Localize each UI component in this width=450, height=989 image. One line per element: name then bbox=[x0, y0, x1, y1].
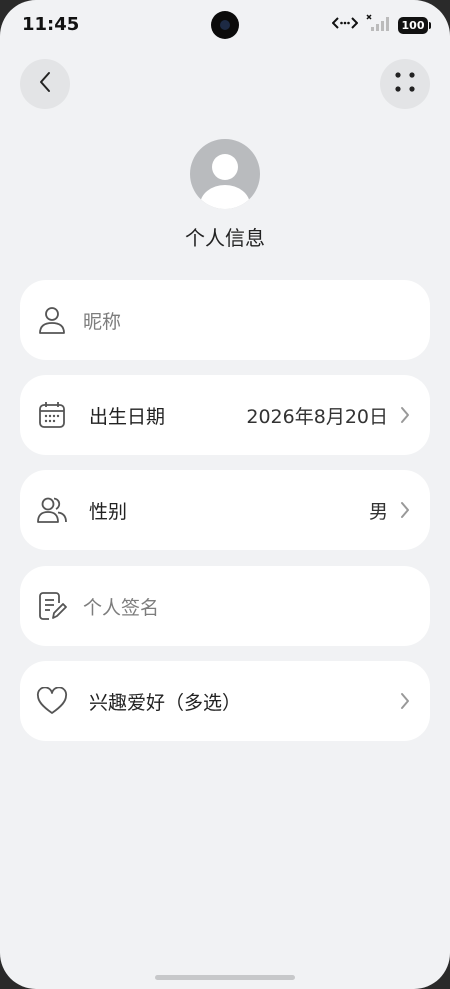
birthday-value: 2026年8月20日 bbox=[246, 405, 388, 428]
signature-field[interactable]: 个人签名 bbox=[20, 566, 430, 646]
avatar-head bbox=[212, 154, 238, 180]
no-signal-icon bbox=[366, 14, 390, 36]
status-time: 11:45 bbox=[22, 14, 80, 35]
hobbies-row[interactable]: 兴趣爱好（多选） bbox=[20, 661, 430, 741]
calendar-icon bbox=[36, 399, 68, 431]
avatar-body bbox=[200, 185, 250, 209]
gender-row[interactable]: 性别 男 bbox=[20, 470, 430, 550]
back-button[interactable] bbox=[20, 59, 70, 109]
chevron-right-icon bbox=[398, 405, 412, 425]
chevron-left-icon bbox=[38, 70, 52, 98]
gender-label: 性别 bbox=[89, 500, 128, 523]
nickname-field[interactable]: 昵称 bbox=[20, 280, 430, 360]
status-bar: 11:45 100 bbox=[0, 0, 450, 50]
birthday-label: 出生日期 bbox=[89, 405, 166, 428]
edit-note-icon bbox=[36, 590, 68, 622]
home-indicator[interactable] bbox=[155, 975, 295, 980]
status-icons: 100 bbox=[331, 14, 431, 36]
user-icon bbox=[36, 304, 68, 336]
screen: 11:45 100 个人信息 昵称 出生日期 2026年8月20日 性别 男 个… bbox=[0, 0, 450, 989]
signature-placeholder: 个人签名 bbox=[83, 596, 160, 619]
data-transfer-icon bbox=[331, 15, 359, 35]
front-camera bbox=[211, 11, 239, 39]
battery-indicator: 100 bbox=[398, 16, 431, 34]
birthday-row[interactable]: 出生日期 2026年8月20日 bbox=[20, 375, 430, 455]
page-title: 个人信息 bbox=[185, 226, 265, 250]
hobbies-label: 兴趣爱好（多选） bbox=[89, 691, 242, 714]
chevron-right-icon bbox=[398, 691, 412, 711]
heart-icon bbox=[36, 685, 68, 717]
chevron-right-icon bbox=[398, 500, 412, 520]
four-dots-icon bbox=[394, 71, 416, 97]
avatar[interactable] bbox=[190, 139, 260, 209]
more-options-button[interactable] bbox=[380, 59, 430, 109]
gender-value: 男 bbox=[368, 500, 388, 523]
users-icon bbox=[36, 494, 68, 526]
nickname-placeholder: 昵称 bbox=[83, 310, 122, 333]
